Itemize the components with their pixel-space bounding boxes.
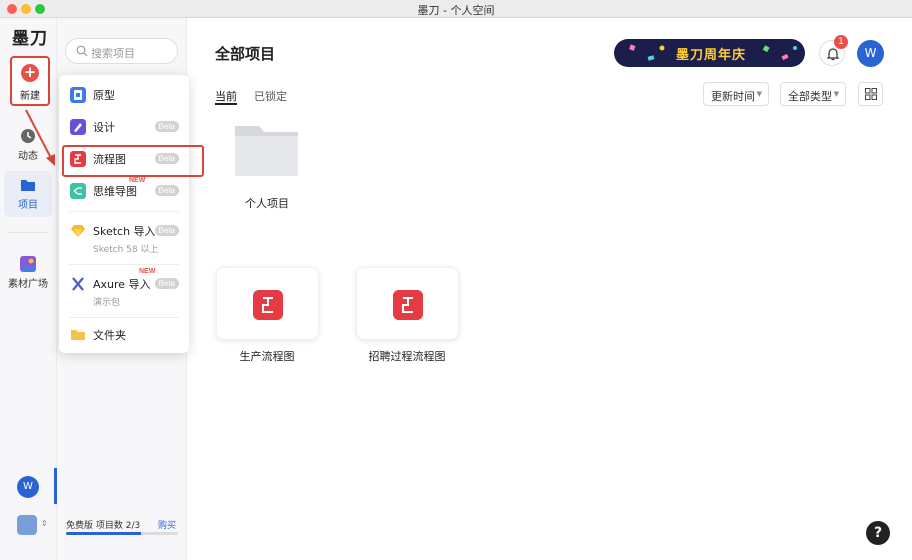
menu-divider	[69, 317, 179, 318]
chevron-down-icon: ▼	[833, 90, 839, 98]
project-folder-icon[interactable]	[233, 124, 300, 178]
chevron-down-icon: ▼	[756, 90, 762, 98]
sketch-icon	[71, 225, 85, 237]
title-bar: 墨刀 - 个人空间	[0, 0, 912, 18]
axure-icon	[72, 277, 84, 291]
rail-item-label: 素材广场	[8, 279, 48, 290]
sort-label: 更新时间	[711, 90, 755, 103]
beta-badge: Beta	[154, 121, 179, 132]
menu-item-axure-import[interactable]: Axure 导入 演示包 NEW Beta	[59, 268, 189, 310]
notification-badge: 1	[834, 35, 848, 49]
type-filter-dropdown[interactable]: 全部类型 ▼	[780, 82, 846, 106]
design-pen-icon	[70, 119, 86, 135]
menu-item-folder[interactable]: 文件夹	[59, 321, 189, 349]
rail-item-label: 动态	[18, 151, 38, 162]
folder-name: 个人项目	[245, 197, 289, 210]
grid-icon	[865, 88, 877, 100]
menu-item-mindmap[interactable]: 思维导图 NEW Beta	[59, 177, 189, 205]
help-button[interactable]: ?	[866, 521, 890, 545]
buy-link[interactable]: 购买	[158, 518, 176, 531]
rail-item-label: 项目	[18, 200, 38, 211]
menu-item-sublabel: 演示包	[93, 298, 121, 308]
anniversary-banner[interactable]: 墨刀周年庆	[614, 39, 805, 67]
plus-icon: +	[21, 64, 39, 82]
beta-badge: Beta	[154, 225, 179, 236]
rail-item-assets[interactable]: 素材广场	[4, 250, 52, 296]
new-project-button[interactable]: + 新建	[10, 56, 50, 106]
new-tag: NEW	[129, 177, 146, 184]
banner-text: 墨刀周年庆	[676, 48, 747, 63]
grid-view-button[interactable]	[858, 82, 883, 106]
menu-item-label: Axure 导入	[93, 278, 151, 291]
mindmap-icon	[70, 183, 86, 199]
project-name: 生产流程图	[239, 350, 295, 363]
project-name: 招聘过程流程图	[368, 350, 446, 363]
chevron-updown-icon[interactable]: ⇕	[41, 519, 48, 528]
menu-item-label: Sketch 导入	[93, 225, 156, 238]
active-tab-indicator	[215, 103, 237, 105]
clock-icon	[21, 129, 35, 143]
tab-current[interactable]: 当前	[215, 88, 237, 104]
tab-locked[interactable]: 已锁定	[254, 88, 287, 104]
app-logo: 墨刀	[12, 29, 48, 49]
new-project-menu: 原型 设计 Beta 流程图 Beta 思维导图 NEW Beta Sketch	[59, 75, 189, 353]
menu-divider	[69, 211, 179, 212]
prototype-icon	[70, 87, 86, 103]
flowchart-icon	[253, 290, 283, 320]
search-icon	[76, 45, 88, 57]
project-card-production-flow[interactable]	[216, 267, 319, 340]
search-input[interactable]: 搜索项目	[65, 38, 178, 64]
window-title: 墨刀 - 个人空间	[417, 4, 495, 17]
menu-divider	[69, 264, 179, 265]
plan-usage-text: 免费版 项目数 2/3	[66, 521, 141, 531]
menu-item-label: 文件夹	[93, 329, 126, 342]
new-tag: NEW	[139, 268, 156, 275]
user-avatar[interactable]: W	[857, 40, 884, 67]
project-card-recruiting-flow[interactable]	[356, 267, 459, 340]
menu-item-prototype[interactable]: 原型	[59, 81, 189, 109]
menu-item-label: 思维导图	[93, 185, 137, 198]
quota-progress-bar	[66, 532, 178, 535]
page-title: 全部项目	[215, 45, 276, 63]
rail-divider	[8, 232, 48, 233]
sort-dropdown[interactable]: 更新时间 ▼	[703, 82, 769, 106]
beta-badge: Beta	[154, 278, 179, 289]
quota-progress-fill	[66, 532, 141, 535]
menu-item-label: 设计	[93, 121, 115, 134]
rail-item-projects[interactable]: 项目	[4, 171, 52, 217]
beta-badge: Beta	[154, 185, 179, 196]
folder-icon	[21, 180, 35, 191]
folder-yellow-icon	[71, 330, 85, 340]
menu-item-sublabel: Sketch 58 以上	[93, 245, 159, 255]
team-icon[interactable]	[17, 515, 37, 535]
bell-icon	[826, 48, 840, 61]
type-label: 全部类型	[788, 90, 832, 103]
search-placeholder: 搜索项目	[91, 47, 135, 60]
new-label: 新建	[20, 91, 40, 102]
menu-item-design[interactable]: 设计 Beta	[59, 113, 189, 141]
highlight-annotation	[62, 145, 204, 177]
menu-item-sketch-import[interactable]: Sketch 导入 Sketch 58 以上 Beta	[59, 217, 189, 257]
menu-item-label: 原型	[93, 89, 115, 102]
gallery-icon	[20, 256, 36, 272]
avatar[interactable]: W	[17, 476, 39, 498]
rail-item-activity[interactable]: 动态	[4, 122, 52, 168]
flowchart-icon	[393, 290, 423, 320]
